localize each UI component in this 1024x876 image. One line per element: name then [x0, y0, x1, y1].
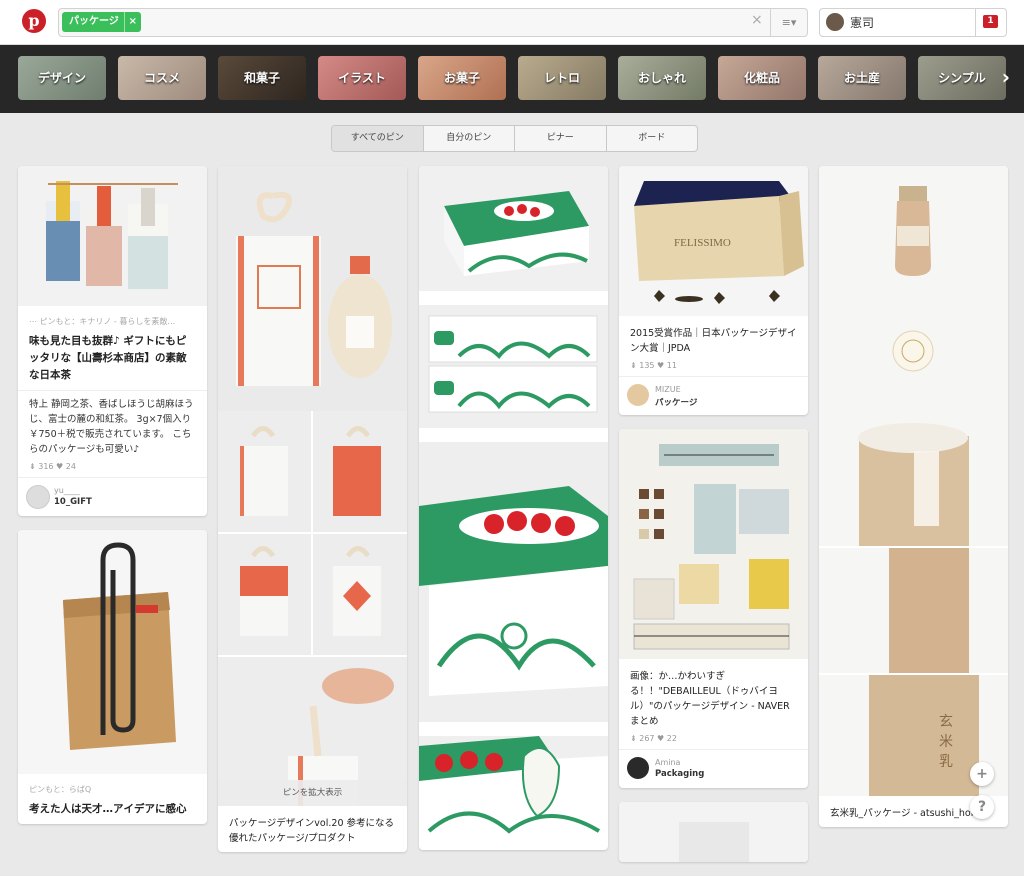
pinner-board: 10_GIFT [54, 497, 92, 507]
pin-image-genmai-milk-bottle: 玄 米 乳 [819, 166, 1008, 796]
pin-card[interactable]: 玄 米 乳 玄米乳_パッケージ - atsushi_honda [819, 166, 1008, 827]
pin-card[interactable] [619, 802, 808, 862]
add-pin-icon[interactable]: + [970, 762, 994, 786]
pin-card[interactable]: FELISSIMO 2015受賞作品｜日本パッケージデザイン大賞｜JPDA ⇟ … [619, 166, 808, 415]
tab-all-pins[interactable]: すべてのピン [332, 126, 424, 151]
pinner-avatar [26, 485, 50, 509]
pin-title[interactable]: 画像：か…かわいすぎる！！"DEBAILLEUL（ドゥバイヨル）"のパッケージデ… [630, 669, 797, 729]
pin-image-debailleul-chocolates [619, 429, 808, 659]
svg-text:乳: 乳 [939, 754, 953, 770]
pin-column: ⋯ ピンもと：キナリノ - 暮らしを素敵… 味も見た目も抜群♪ ギフトにもピッタ… [18, 166, 207, 838]
pinner-avatar [627, 384, 649, 406]
notification-button[interactable]: 1 [975, 9, 1006, 36]
tab-boards[interactable]: ボード [607, 126, 698, 151]
pin-title[interactable]: 味も見た目も抜群♪ ギフトにもピッタリな【山壽杉本商店】の素敵な日本茶 [29, 333, 196, 384]
pinner-info[interactable]: yu____ 10_GIFT [18, 477, 207, 516]
pin-stats: ⇟ 267 ♥ 22 [630, 734, 677, 743]
pinner-info[interactable]: Amina Packaging [619, 749, 808, 788]
chevron-right-icon[interactable]: › [1002, 65, 1010, 89]
zoom-pin-button[interactable]: ピンを拡大表示 [218, 780, 407, 806]
pin-image-partial [619, 802, 808, 862]
pinner-info[interactable]: MIZUE パッケージ [619, 376, 808, 415]
category-item[interactable]: コスメ [118, 56, 206, 100]
pin-title[interactable]: 2015受賞作品｜日本パッケージデザイン大賞｜JPDA [630, 326, 797, 356]
pin-card[interactable]: ピンを拡大表示 パッケージデザインvol.20 参考になる優れたパッケージ/プロ… [218, 166, 407, 852]
avatar [826, 13, 844, 31]
pin-card[interactable]: ピンもと：らばQ 考えた人は天才…アイデアに感心 [18, 530, 207, 824]
pinner-board: パッケージ [655, 398, 698, 408]
svg-text:玄: 玄 [939, 713, 953, 730]
svg-text:FELISSIMO: FELISSIMO [674, 237, 731, 249]
pin-column [419, 166, 608, 864]
user-name: 憲司 [850, 16, 875, 30]
category-strip: デザイン コスメ 和菓子 イラスト お菓子 レトロ おしゃれ 化粧品 お土産 シ… [0, 45, 1024, 113]
pin-column: ピンを拡大表示 パッケージデザインvol.20 参考になる優れたパッケージ/プロ… [218, 166, 407, 866]
pin-stats: ⇟ 135 ♥ 11 [630, 361, 677, 370]
category-item[interactable]: デザイン [18, 56, 106, 100]
pinner-board: Packaging [655, 769, 705, 779]
search-tag-label: パッケージ [69, 16, 119, 27]
category-item[interactable]: 和菓子 [218, 56, 306, 100]
category-item[interactable]: シンプル [918, 56, 1006, 100]
pin-image-tea-packages [18, 166, 207, 306]
pin-column: FELISSIMO 2015受賞作品｜日本パッケージデザイン大賞｜JPDA ⇟ … [619, 166, 808, 876]
pin-filter-tabs: すべてのピン 自分のピン ピナー ボード [331, 125, 698, 152]
pin-image-paperclip-bag [18, 530, 207, 774]
pin-description: 特上 静岡之茶、香ばしほうじ胡麻ほうじ、富士の麓の和紅茶。 3g×7個入り ￥7… [29, 399, 194, 455]
menu-icon[interactable]: ≡▾ [770, 9, 807, 36]
remove-tag-icon[interactable]: × [123, 12, 141, 32]
pinner-avatar [627, 757, 649, 779]
pin-image-sake-packaging [218, 166, 407, 806]
pinner-name: MIZUE [655, 385, 681, 394]
notification-badge: 1 [983, 15, 998, 28]
clear-search-icon[interactable]: × [751, 12, 763, 28]
category-item[interactable]: おしゃれ [618, 56, 706, 100]
pinner-name: yu____ [54, 486, 80, 495]
pinner-name: Amina [655, 758, 681, 767]
category-item[interactable]: お土産 [818, 56, 906, 100]
pin-source[interactable]: ⋯ ピンもと：キナリノ - 暮らしを素敵… [29, 316, 196, 327]
tab-pinners[interactable]: ピナー [515, 126, 607, 151]
pin-image-strawberry-box [419, 166, 608, 846]
user-menu[interactable]: 憲司 1 [819, 8, 1007, 37]
category-item[interactable]: レトロ [518, 56, 606, 100]
pinterest-logo-icon[interactable]: p [22, 9, 46, 33]
top-bar: p パッケージ × × ≡▾ 憲司 1 [0, 0, 1024, 45]
pin-stats: ⇟ 316 ♥ 24 [29, 462, 76, 471]
pin-title[interactable]: 考えた人は天才…アイデアに感心 [29, 801, 196, 818]
category-item[interactable]: イラスト [318, 56, 406, 100]
search-tag: パッケージ × [62, 12, 141, 32]
pin-card[interactable]: 画像：か…かわいすぎる！！"DEBAILLEUL（ドゥバイヨル）"のパッケージデ… [619, 429, 808, 788]
pin-column: 玄 米 乳 玄米乳_パッケージ - atsushi_honda [819, 166, 1008, 841]
pin-source[interactable]: ピンもと：らばQ [29, 784, 196, 795]
pin-card[interactable]: ⋯ ピンもと：キナリノ - 暮らしを素敵… 味も見た目も抜群♪ ギフトにもピッタ… [18, 166, 207, 516]
help-icon[interactable]: ? [970, 795, 994, 819]
pin-title[interactable]: パッケージデザインvol.20 参考になる優れたパッケージ/プロダクト [229, 816, 396, 846]
search-box[interactable]: パッケージ × × ≡▾ [58, 8, 808, 37]
category-item[interactable]: 化粧品 [718, 56, 806, 100]
pin-card[interactable] [419, 166, 608, 850]
pin-image-felissimo-box: FELISSIMO [619, 166, 808, 316]
tab-my-pins[interactable]: 自分のピン [424, 126, 515, 151]
svg-text:米: 米 [939, 734, 953, 750]
category-item[interactable]: お菓子 [418, 56, 506, 100]
